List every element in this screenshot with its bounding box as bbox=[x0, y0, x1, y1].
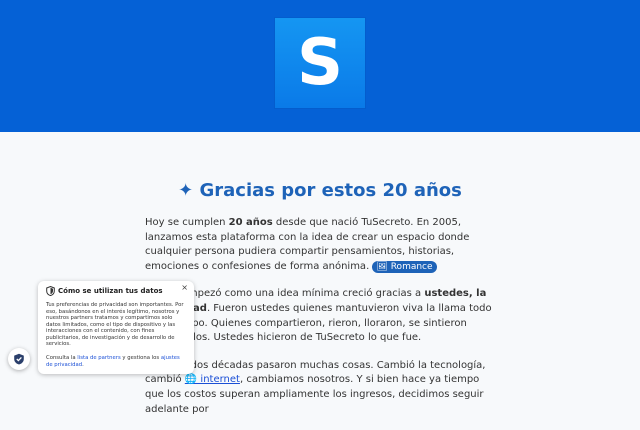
page-title: ✦ Gracias por estos 20 años bbox=[178, 180, 462, 201]
text: . bbox=[82, 361, 84, 368]
logo-letter: S bbox=[296, 26, 344, 100]
site-logo[interactable]: S bbox=[275, 18, 365, 108]
consent-title: Cómo se utilizan tus datos bbox=[58, 287, 163, 295]
bold-text: 20 años bbox=[228, 217, 273, 228]
article-body: Hoy se cumplen 20 años desde que nació T… bbox=[145, 216, 500, 430]
internet-link[interactable]: 🌐 internet bbox=[185, 374, 240, 385]
consent-header: Cómo se utilizan tus datos bbox=[46, 285, 163, 297]
text: Consulta la bbox=[46, 355, 78, 361]
paragraph-1: Hoy se cumplen 20 años desde que nació T… bbox=[145, 216, 500, 274]
privacy-consent-popup: Cómo se utilizan tus datos × Tus prefere… bbox=[38, 281, 194, 374]
header-banner: S bbox=[0, 0, 640, 132]
romance-tag[interactable]: 🖼 Romance bbox=[372, 260, 437, 273]
consent-text: Tus preferencias de privacidad son impor… bbox=[46, 302, 184, 347]
close-icon[interactable]: × bbox=[181, 284, 188, 292]
shield-check-icon bbox=[14, 353, 24, 365]
text: y gestiona los bbox=[120, 355, 161, 361]
consent-footer: Consulta la lista de partners y gestiona… bbox=[46, 355, 184, 368]
text: Hoy se cumplen bbox=[145, 217, 229, 228]
paragraph-2: Lo que empezó como una idea mínima creci… bbox=[145, 287, 500, 345]
shield-icon bbox=[46, 285, 55, 297]
partners-list-link[interactable]: lista de partners bbox=[77, 355, 120, 361]
paragraph-3: En estas dos décadas pasaron muchas cosa… bbox=[145, 359, 500, 417]
privacy-settings-button[interactable] bbox=[8, 348, 30, 370]
